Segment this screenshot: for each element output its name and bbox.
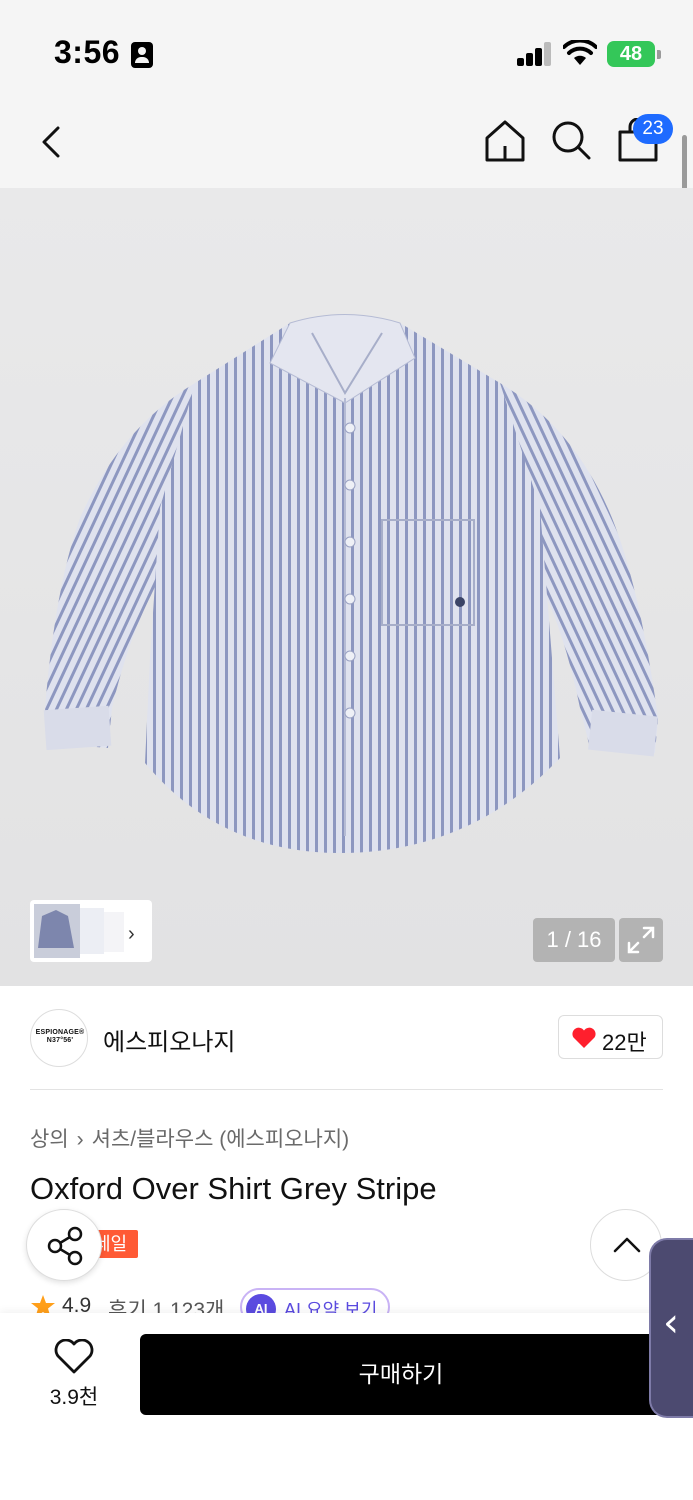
heart-outline-icon[interactable] [54, 1339, 94, 1375]
share-button[interactable] [26, 1209, 102, 1281]
buy-button[interactable]: 구매하기 [140, 1334, 662, 1415]
breadcrumb-subcategory[interactable]: 셔츠/블라우스 (에스피오나지) [92, 1128, 350, 1151]
product-image-gallery[interactable]: › 1 / 16 [0, 188, 693, 986]
heart-filled-icon [572, 1027, 596, 1048]
image-page-counter: 1 / 16 [533, 918, 615, 962]
home-icon[interactable] [483, 118, 527, 164]
review-count[interactable]: 후기 1,123개 [108, 1294, 224, 1314]
star-icon [31, 1295, 55, 1314]
divider [30, 1089, 663, 1090]
wishlist-count: 3.9천 [49, 1386, 99, 1409]
ai-summary-button[interactable]: AI AI 요약 보기 [240, 1288, 390, 1314]
brand-name[interactable]: 에스피오나지 [103, 1022, 235, 1057]
breadcrumb: 상의 › 셔츠/블라우스 (에스피오나지) [30, 1123, 349, 1153]
thumbnail-image[interactable] [34, 904, 124, 958]
back-icon[interactable] [32, 120, 76, 164]
chevron-right-icon[interactable]: › [128, 923, 135, 946]
side-drawer-tab[interactable]: ‹ [649, 1238, 693, 1418]
chevron-right-icon: › [76, 1128, 84, 1151]
rating-value: 4.9 [62, 1294, 92, 1314]
bottom-action-bar: 3.9천 구매하기 [0, 1313, 693, 1500]
rating-row[interactable]: 4.9 후기 1,123개 AI AI 요약 보기 [30, 1288, 470, 1314]
brand-like-button[interactable]: 22만 [558, 1015, 663, 1059]
battery-level: 48 [607, 41, 655, 67]
chevron-left-icon: ‹ [663, 1300, 679, 1346]
product-image [43, 314, 658, 853]
brand-like-count: 22만 [602, 1030, 647, 1055]
cart-count-badge: 23 [633, 114, 673, 144]
search-icon[interactable] [549, 118, 593, 162]
signal-icon [517, 42, 553, 66]
share-icon [47, 1226, 83, 1266]
contact-card-icon [131, 42, 153, 68]
product-title: Oxford Over Shirt Grey Stripe [30, 1171, 437, 1206]
brand-logo[interactable]: ESPIONAGE® N37°56' [30, 1009, 88, 1067]
ai-badge-icon: AI [246, 1294, 276, 1314]
brand-logo-text: ESPIONAGE® N37°56' [35, 1029, 85, 1044]
expand-icon[interactable] [619, 918, 663, 962]
breadcrumb-category[interactable]: 상의 [30, 1128, 69, 1151]
battery-tip [657, 50, 661, 59]
top-nav [0, 100, 693, 188]
status-bar: 3:56 48 [0, 0, 693, 100]
status-time: 3:56 [54, 34, 121, 70]
ai-summary-label: AI 요약 보기 [284, 1300, 378, 1314]
wifi-icon [563, 40, 597, 65]
